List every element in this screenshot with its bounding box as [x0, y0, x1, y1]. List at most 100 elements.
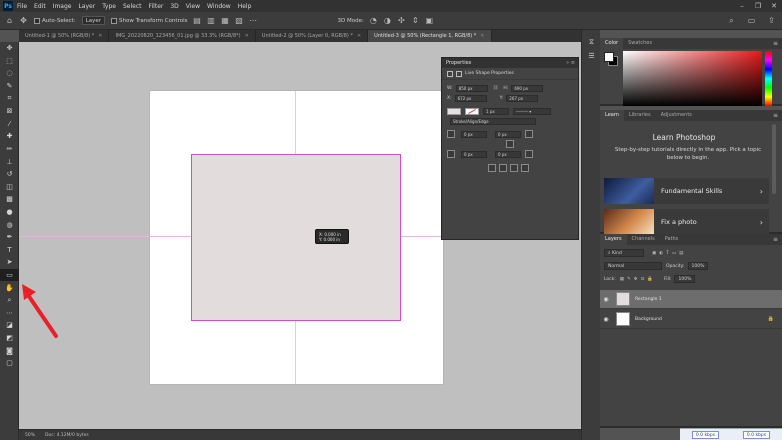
zoom-level[interactable]: 50% [19, 433, 45, 438]
stroke-swatch[interactable] [465, 107, 479, 115]
menu-type[interactable]: Type [102, 3, 116, 10]
tab-untitled-2[interactable]: Untitled-2 @ 50% (Layer 0, RGB/8) * ✕ [256, 30, 369, 42]
panel-menu-icon[interactable]: ≡ [773, 112, 778, 119]
tab-adjustments[interactable]: Adjustments [656, 110, 697, 121]
corner-bl-field[interactable]: 0 px [461, 150, 487, 158]
type-tool-icon[interactable]: T [0, 244, 19, 257]
eyedropper-tool-icon[interactable]: ⁄ [0, 118, 19, 131]
panel-collapse-icon[interactable]: » ≡ [566, 60, 575, 66]
pen-tool-icon[interactable]: ✒ [0, 231, 19, 244]
show-transform-option[interactable]: Show Transform Controls [111, 17, 187, 24]
visibility-eye-icon[interactable]: ◉ [600, 316, 612, 323]
eraser-tool-icon[interactable]: ◫ [0, 181, 19, 194]
x-field[interactable]: 672 px [454, 94, 487, 102]
healing-brush-tool-icon[interactable]: ✚ [0, 130, 19, 143]
rectangle-shape[interactable] [191, 154, 401, 321]
tab-channels[interactable]: Channels [627, 234, 660, 245]
tab-color[interactable]: Color [600, 38, 624, 49]
workspace-icon[interactable]: ▭ [747, 16, 756, 25]
show-transform-checkbox[interactable] [111, 17, 118, 24]
3d-orbit-icon[interactable]: ◔ [369, 16, 378, 25]
default-colors-icon[interactable]: ◪ [0, 319, 19, 332]
corner-tr-field[interactable]: 0 px [495, 130, 521, 138]
search-icon[interactable]: ⌕ [727, 16, 736, 25]
menu-window[interactable]: Window [207, 3, 231, 10]
kind-filter-dropdown[interactable]: ⌕ Kind [604, 249, 644, 257]
zoom-tool-icon[interactable]: ⌕ [0, 294, 19, 307]
blend-mode-dropdown[interactable]: Normal [604, 262, 662, 270]
minimize-button[interactable]: – [734, 0, 750, 12]
opacity-field[interactable]: 100% [687, 262, 709, 270]
marquee-tool-icon[interactable]: ⬚ [0, 55, 19, 68]
dodge-tool-icon[interactable]: ◍ [0, 218, 19, 231]
crop-tool-icon[interactable]: ⌗ [0, 92, 19, 105]
menu-view[interactable]: View [186, 3, 200, 10]
hue-slider[interactable] [765, 51, 772, 106]
tab-libraries[interactable]: Libraries [624, 110, 656, 121]
path-selection-tool-icon[interactable]: ➤ [0, 256, 19, 269]
close-tab-icon[interactable]: ✕ [480, 33, 484, 39]
tab-learn[interactable]: Learn [600, 110, 624, 121]
subtract-shape-icon[interactable] [499, 164, 507, 172]
home-icon[interactable]: ⌂ [5, 16, 14, 25]
properties-panel-icon[interactable]: ☰ [582, 49, 601, 62]
edit-toolbar-icon[interactable]: ⋯ [0, 306, 19, 319]
lock-icons[interactable]: ▦✎✥⊡🔒 [620, 277, 656, 282]
clone-stamp-tool-icon[interactable]: ⊥ [0, 155, 19, 168]
3d-slide-icon[interactable]: ⇕ [411, 16, 420, 25]
foreground-background-color-icon[interactable]: ◩ [0, 332, 19, 345]
learn-scrollbar[interactable] [772, 124, 776, 194]
visibility-eye-icon[interactable]: ◉ [600, 296, 612, 303]
menu-file[interactable]: File [17, 3, 27, 10]
gradient-tool-icon[interactable]: ▩ [0, 193, 19, 206]
auto-select-checkbox[interactable] [34, 17, 40, 24]
link-icon[interactable]: ⛓ [493, 86, 499, 91]
blur-tool-icon[interactable]: ● [0, 206, 19, 219]
move-tool-icon[interactable]: ✥ [19, 16, 28, 25]
combine-shapes-icon[interactable] [488, 164, 496, 172]
menu-layer[interactable]: Layer [78, 3, 95, 10]
card-fix-a-photo[interactable]: Fix a photo › [604, 209, 769, 235]
more-options-icon[interactable]: ⋯ [248, 16, 257, 25]
corner-tl-field[interactable]: 0 px [461, 130, 487, 138]
3d-scale-icon[interactable]: ▣ [425, 16, 434, 25]
tab-swatches[interactable]: Swatches [623, 38, 657, 49]
auto-select-option[interactable]: Auto-Select: [34, 17, 76, 24]
filter-icons[interactable]: ▣◐T▭▤ [652, 251, 686, 256]
fill-swatch[interactable] [447, 107, 461, 115]
stroke-type-dropdown[interactable]: ——— ▾ [513, 107, 551, 115]
color-field[interactable] [623, 51, 762, 106]
menu-edit[interactable]: Edit [34, 3, 46, 10]
corner-link-icon[interactable] [506, 140, 514, 148]
3d-pan-icon[interactable]: ✣ [397, 16, 406, 25]
quick-select-tool-icon[interactable]: ✎ [0, 80, 19, 93]
history-panel-icon[interactable]: ⧖ [582, 36, 601, 49]
y-field[interactable]: 267 px [506, 94, 539, 102]
corner-br-field[interactable]: 0 px [495, 150, 521, 158]
fill-field[interactable]: 100% [674, 275, 696, 283]
menu-select[interactable]: Select [123, 3, 142, 10]
frame-tool-icon[interactable]: ⊠ [0, 105, 19, 118]
align-left-icon[interactable]: ▤ [192, 16, 201, 25]
stroke-width-field[interactable]: 1 px [483, 107, 509, 115]
screen-mode-icon[interactable]: ▢ [0, 357, 19, 370]
width-field[interactable]: 850 px [455, 84, 488, 92]
panel-menu-icon[interactable]: ≡ [773, 236, 778, 243]
3d-roll-icon[interactable]: ◑ [383, 16, 392, 25]
tab-untitled-3[interactable]: Untitled-3 @ 50% (Rectangle 1, RGB/8) * ✕ [368, 30, 492, 42]
menu-help[interactable]: Help [238, 3, 252, 10]
stroke-align-dropdown[interactable]: Stroke/Align/Edge [450, 117, 536, 125]
close-tab-icon[interactable]: ✕ [245, 33, 249, 39]
layer-background[interactable]: ◉ Background 🔒 [600, 310, 782, 329]
rectangle-tool-icon[interactable]: ▭ [0, 268, 19, 282]
close-tab-icon[interactable]: ✕ [357, 33, 361, 39]
align-right-icon[interactable]: ▦ [220, 16, 229, 25]
distribute-icon[interactable]: ▧ [234, 16, 243, 25]
history-brush-tool-icon[interactable]: ↺ [0, 168, 19, 181]
menu-3d[interactable]: 3D [170, 3, 178, 10]
auto-select-dropdown[interactable]: Layer [81, 16, 106, 25]
tab-layers[interactable]: Layers [600, 234, 627, 245]
quick-mask-icon[interactable]: ◙ [0, 344, 19, 357]
move-tool-icon[interactable]: ✥ [0, 42, 19, 55]
share-icon[interactable]: ⇪ [767, 16, 776, 25]
